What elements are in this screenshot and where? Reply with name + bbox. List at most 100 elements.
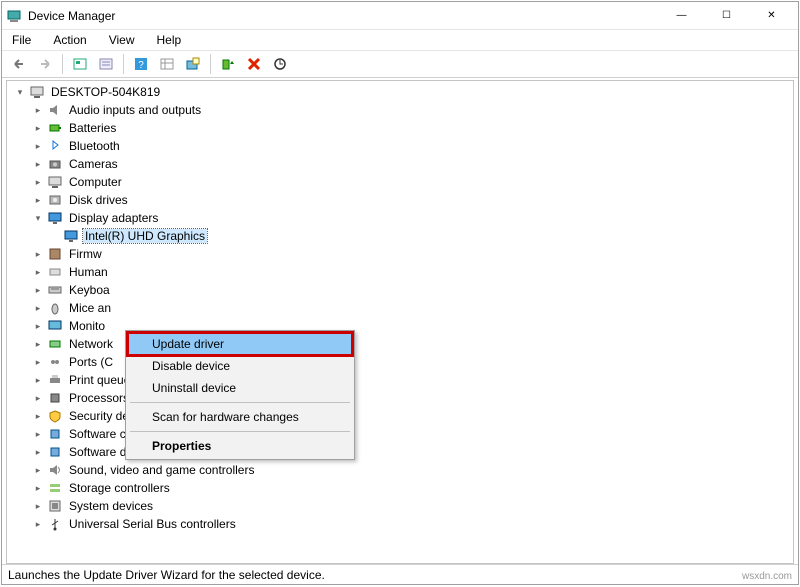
system-icon: [47, 498, 63, 514]
back-arrow-icon[interactable]: [8, 53, 30, 75]
tree-category-label: Display adapters: [67, 211, 160, 225]
expand-icon[interactable]: ▸: [31, 301, 45, 315]
computer-icon: [29, 84, 45, 100]
tree-category[interactable]: ▸Sound, video and game controllers: [13, 461, 791, 479]
collapse-icon[interactable]: ▾: [31, 211, 45, 225]
watermark: wsxdn.com: [742, 571, 792, 582]
properties-icon[interactable]: [95, 53, 117, 75]
forward-arrow-icon[interactable]: [34, 53, 56, 75]
tree-category[interactable]: ▸Keyboa: [13, 281, 791, 299]
keyboard-icon: [47, 282, 63, 298]
app-icon: [6, 8, 22, 24]
expand-icon[interactable]: ▸: [31, 499, 45, 513]
expand-icon[interactable]: ▸: [31, 463, 45, 477]
tree-category[interactable]: ▸ Disk drives: [13, 191, 791, 209]
mouse-icon: [47, 300, 63, 316]
tree-category-label: Disk drives: [67, 193, 130, 207]
tree-category[interactable]: ▸ Cameras: [13, 155, 791, 173]
sound-icon: [47, 462, 63, 478]
minimize-button[interactable]: —: [659, 2, 704, 30]
tree-category[interactable]: ▸ Firmw: [13, 245, 791, 263]
tree-category[interactable]: ▸ Universal Serial Bus controllers: [13, 515, 791, 533]
statusbar: Launches the Update Driver Wizard for th…: [2, 564, 798, 584]
menu-help[interactable]: Help: [153, 32, 186, 48]
help-icon[interactable]: ?: [130, 53, 152, 75]
bluetooth-icon: [47, 138, 63, 154]
cpu-icon: [47, 390, 63, 406]
expand-icon[interactable]: ▸: [31, 391, 45, 405]
expand-icon[interactable]: ▸: [31, 517, 45, 531]
show-hidden-icon[interactable]: [69, 53, 91, 75]
expand-icon[interactable]: ▸: [31, 247, 45, 261]
expand-icon[interactable]: ▸: [31, 139, 45, 153]
collapse-icon[interactable]: ▾: [13, 85, 27, 99]
ctx-disable-device[interactable]: Disable device: [128, 355, 352, 377]
tree-category[interactable]: ▸ Bluetooth: [13, 137, 791, 155]
expand-icon[interactable]: ▸: [31, 481, 45, 495]
titlebar: Device Manager — ☐ ✕: [2, 2, 798, 30]
camera-icon: [47, 156, 63, 172]
ctx-uninstall-device[interactable]: Uninstall device: [128, 377, 352, 399]
expand-icon[interactable]: ▸: [31, 427, 45, 441]
tree-category-label: Storage controllers: [67, 481, 172, 495]
tree-category[interactable]: ▸Mice an: [13, 299, 791, 317]
expand-icon[interactable]: ▸: [31, 373, 45, 387]
close-button[interactable]: ✕: [749, 2, 794, 30]
ctx-scan-hardware[interactable]: Scan for hardware changes: [128, 406, 352, 428]
storage-icon: [47, 480, 63, 496]
tree-category-label: Universal Serial Bus controllers: [67, 517, 238, 531]
expand-icon[interactable]: ▸: [31, 193, 45, 207]
tree-category[interactable]: ▸Computer: [13, 173, 791, 191]
tree-category-label: Bluetooth: [67, 139, 122, 153]
expand-icon[interactable]: ▸: [31, 175, 45, 189]
tree-category-label: System devices: [67, 499, 155, 513]
tree-root[interactable]: ▾ DESKTOP-504K819: [13, 83, 791, 101]
expand-icon[interactable]: ▸: [31, 157, 45, 171]
component-icon: [47, 426, 63, 442]
uninstall-icon[interactable]: [217, 53, 239, 75]
tree-category[interactable]: ▾ Display adapters: [13, 209, 791, 227]
menu-view[interactable]: View: [105, 32, 139, 48]
disk-icon: [47, 192, 63, 208]
tree-category[interactable]: ▸Audio inputs and outputs: [13, 101, 791, 119]
expand-icon[interactable]: ▸: [31, 265, 45, 279]
tree-category-label: Firmw: [67, 247, 104, 261]
maximize-button[interactable]: ☐: [704, 2, 749, 30]
ctx-properties[interactable]: Properties: [128, 435, 352, 457]
usb-icon: [47, 516, 63, 532]
display-icon: [63, 228, 79, 244]
expand-icon[interactable]: ▸: [31, 283, 45, 297]
tree-category[interactable]: ▸ System devices: [13, 497, 791, 515]
tree-category-label: Monito: [67, 319, 107, 333]
security-icon: [47, 408, 63, 424]
expand-icon[interactable]: ▸: [31, 409, 45, 423]
menubar: File Action View Help: [2, 30, 798, 50]
expand-icon[interactable]: ▸: [31, 319, 45, 333]
ports-icon: [47, 354, 63, 370]
window-title: Device Manager: [28, 9, 115, 23]
expand-icon[interactable]: ▸: [31, 355, 45, 369]
details-icon[interactable]: [156, 53, 178, 75]
tree-category[interactable]: ▸ Storage controllers: [13, 479, 791, 497]
delete-icon[interactable]: [243, 53, 265, 75]
component-icon: [47, 444, 63, 460]
menu-action[interactable]: Action: [49, 32, 90, 48]
expand-icon[interactable]: ▸: [31, 337, 45, 351]
tree-category[interactable]: ▸Batteries: [13, 119, 791, 137]
device-tree[interactable]: ▾ DESKTOP-504K819 ▸Audio inputs and outp…: [6, 80, 794, 564]
menu-file[interactable]: File: [8, 32, 35, 48]
scan-hardware-icon[interactable]: [269, 53, 291, 75]
device-manager-window: Device Manager — ☐ ✕ File Action View He…: [1, 1, 799, 585]
tree-category-label: Human: [67, 265, 110, 279]
tree-category-label: Cameras: [67, 157, 120, 171]
ctx-update-driver[interactable]: Update driver: [128, 333, 352, 355]
expand-icon[interactable]: ▸: [31, 103, 45, 117]
monitor-icon: [47, 318, 63, 334]
update-driver-icon[interactable]: [182, 53, 204, 75]
expand-icon[interactable]: ▸: [31, 121, 45, 135]
expand-icon[interactable]: ▸: [31, 445, 45, 459]
firmware-icon: [47, 246, 63, 262]
window-controls: — ☐ ✕: [659, 2, 794, 30]
tree-device[interactable]: Intel(R) UHD Graphics: [13, 227, 791, 245]
tree-category[interactable]: ▸ Human: [13, 263, 791, 281]
